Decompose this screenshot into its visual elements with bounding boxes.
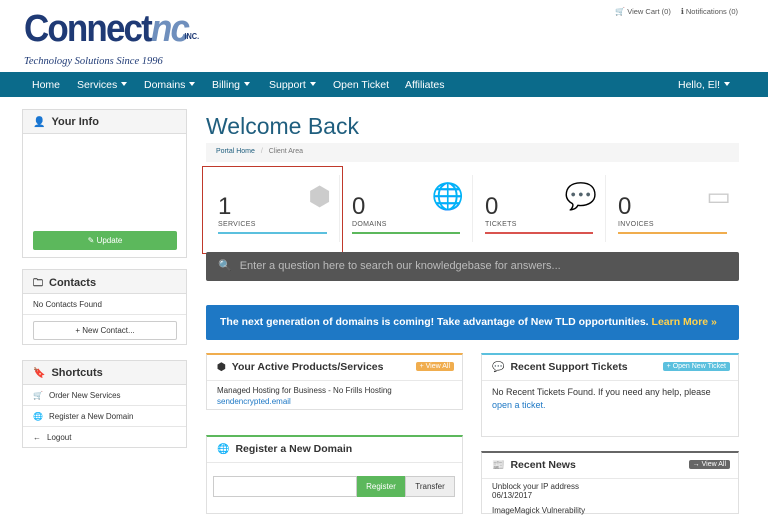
update-button[interactable]: ✎ Update [33, 231, 177, 250]
tld-banner: The next generation of domains is coming… [206, 305, 739, 340]
learn-more-link[interactable]: Learn More » [652, 316, 717, 328]
register-domain-card: 🌐 Register a New Domain Register Transfer [206, 435, 463, 514]
new-contact-button[interactable]: + New Contact... [33, 321, 177, 340]
news-item-title[interactable]: Unblock your IP address [492, 482, 728, 491]
shortcut-order-services[interactable]: 🛒 Order New Services [23, 385, 186, 406]
info-icon: ℹ [680, 7, 684, 16]
products-view-all-button[interactable]: + View All [415, 362, 454, 371]
recent-news-header: 📰 Recent News → View All [482, 453, 738, 479]
globe-icon: 🌐 [217, 444, 230, 455]
user-icon: 👤 [33, 117, 46, 128]
newspaper-icon: 📰 [492, 460, 505, 471]
nav-domains[interactable]: Domains [144, 79, 196, 91]
cube-icon: ⬢ [217, 362, 226, 373]
contacts-panel: 🗀 Contacts No Contacts Found + New Contac… [22, 269, 187, 345]
comments-icon: 💬 [492, 362, 505, 373]
cart-icon: 🛒 [615, 7, 626, 16]
register-button[interactable]: Register [357, 476, 405, 497]
recent-tickets-card: 💬 Recent Support Tickets + Open New Ticke… [481, 353, 739, 437]
your-info-header: 👤 Your Info [23, 110, 186, 134]
search-icon: 🔍 [218, 260, 232, 272]
main-navbar: Home Services Domains Billing Support Op… [0, 72, 768, 97]
your-info-panel: 👤 Your Info ✎ Update [22, 109, 187, 258]
credit-card-icon: ▭ [706, 181, 731, 211]
recent-news-card: 📰 Recent News → View All Unblock your IP … [481, 451, 739, 515]
stat-invoices-bar [618, 232, 727, 234]
shortcut-register-domain[interactable]: 🌐 Register a New Domain [23, 406, 186, 427]
page-title: Welcome Back [206, 113, 359, 139]
shortcuts-panel: 🔖 Shortcuts 🛒 Order New Services 🌐 Register… [22, 360, 187, 448]
notifications-link[interactable]: ℹ Notifications (0) [681, 7, 738, 16]
tickets-empty-text: No Recent Tickets Found. If you need any… [492, 387, 711, 397]
transfer-button[interactable]: Transfer [405, 476, 455, 497]
register-domain-header: 🌐 Register a New Domain [207, 437, 462, 463]
nav-affiliates[interactable]: Affiliates [405, 79, 445, 91]
nav-user-menu[interactable]: Hello, El! [678, 79, 731, 91]
logo[interactable]: ConnectncINC. Technology Solutions Since… [24, 10, 218, 67]
nav-open-ticket[interactable]: Open Ticket [333, 79, 389, 91]
cart-icon: 🛒 [33, 391, 43, 400]
bookmark-icon: 🔖 [33, 368, 46, 379]
recent-tickets-header: 💬 Recent Support Tickets + Open New Ticke… [482, 355, 738, 381]
nav-services[interactable]: Services [77, 79, 128, 91]
chevron-down-icon [244, 82, 251, 86]
product-name[interactable]: Managed Hosting for Business - No Frills… [217, 386, 452, 395]
domain-search-field[interactable] [213, 476, 357, 497]
nav-home[interactable]: Home [32, 79, 60, 91]
breadcrumb: Portal Home / Client Area [206, 143, 739, 162]
globe-icon: 🌐 [33, 412, 43, 421]
news-view-all-button[interactable]: → View All [688, 460, 730, 469]
header: ConnectncINC. Technology Solutions Since… [0, 0, 768, 72]
news-item-date: 06/13/2017 [492, 491, 533, 500]
comments-icon: 💬 [564, 181, 597, 211]
chevron-down-icon [189, 82, 196, 86]
nav-billing[interactable]: Billing [212, 79, 251, 91]
stat-tickets[interactable]: 💬 0 TICKETS [472, 175, 605, 242]
chevron-down-icon [121, 82, 128, 86]
active-products-header: ⬢ Your Active Products/Services + View Al… [207, 355, 462, 381]
services-highlight-box [202, 166, 343, 254]
active-products-card: ⬢ Your Active Products/Services + View Al… [206, 353, 463, 410]
stat-domains-bar [352, 232, 460, 234]
chevron-down-icon [724, 82, 731, 86]
open-new-ticket-button[interactable]: + Open New Ticket [662, 362, 730, 371]
nav-support[interactable]: Support [269, 79, 316, 91]
breadcrumb-current: Client Area [268, 148, 304, 155]
shortcut-logout[interactable]: ← Logout [23, 427, 186, 448]
view-cart-link[interactable]: 🛒 View Cart (0) [615, 7, 671, 16]
stat-invoices[interactable]: ▭ 0 INVOICES [605, 175, 739, 242]
breadcrumb-home[interactable]: Portal Home [216, 148, 255, 155]
contacts-header: 🗀 Contacts [23, 270, 186, 294]
stat-domains[interactable]: 🌐 0 DOMAINS [339, 175, 472, 242]
chevron-down-icon [309, 82, 316, 86]
contacts-empty: No Contacts Found [23, 294, 186, 315]
stat-tickets-bar [485, 232, 593, 234]
product-domain[interactable]: sendencrypted.email [217, 397, 452, 406]
arrow-left-icon: ← [33, 433, 41, 442]
top-links: 🛒 View Cart (0) ℹ Notifications (0) [615, 7, 738, 16]
globe-icon: 🌐 [431, 181, 464, 211]
knowledgebase-search-input[interactable]: 🔍 Enter a question here to search our kno… [206, 252, 739, 281]
open-ticket-link[interactable]: open a ticket. [492, 400, 546, 410]
folder-icon: 🗀 [33, 278, 43, 289]
shortcuts-header: 🔖 Shortcuts [23, 361, 186, 385]
